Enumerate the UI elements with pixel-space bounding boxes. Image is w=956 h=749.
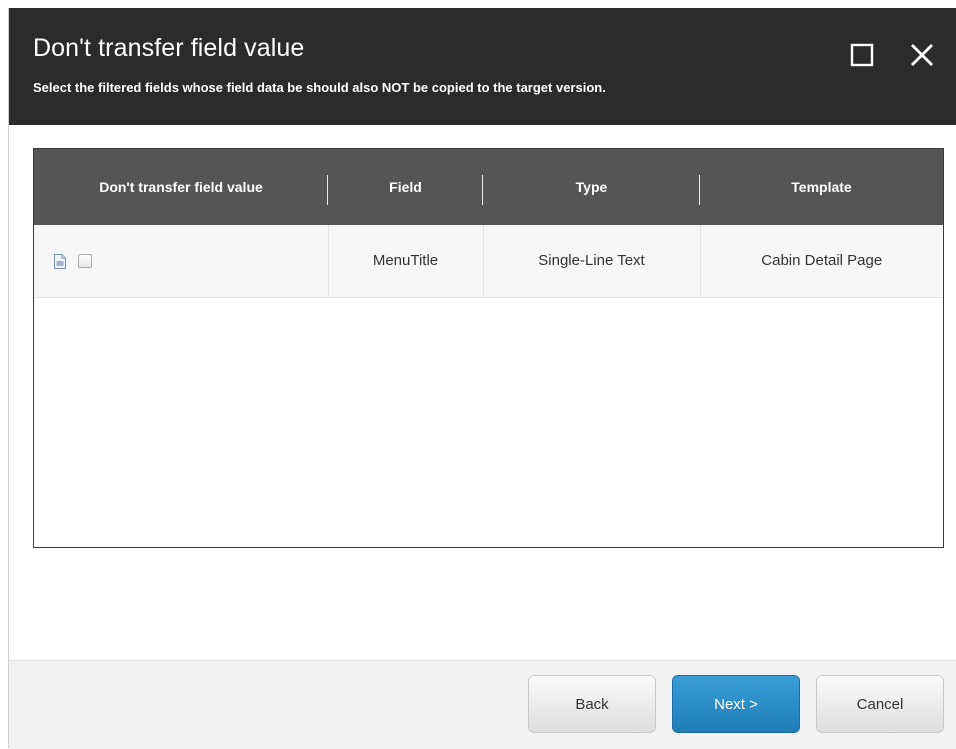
dialog-title: Don't transfer field value <box>33 34 305 62</box>
back-button[interactable]: Back <box>528 675 656 733</box>
fields-table: Don't transfer field value Field Type Te… <box>33 148 944 548</box>
dialog: Don't transfer field value Select the fi… <box>8 8 956 749</box>
dont-transfer-checkbox[interactable] <box>78 254 93 269</box>
column-header-template[interactable]: Template <box>700 149 943 225</box>
document-icon <box>54 253 66 269</box>
dialog-footer: Back Next > Cancel <box>9 660 956 749</box>
column-header-type[interactable]: Type <box>483 149 700 225</box>
next-button[interactable]: Next > <box>672 675 800 733</box>
type-cell: Single-Line Text <box>483 225 701 298</box>
dont-transfer-cell <box>34 225 329 298</box>
dialog-titlebar: Don't transfer field value Select the fi… <box>9 8 956 125</box>
column-header-field[interactable]: Field <box>328 149 483 225</box>
column-header-dont-transfer[interactable]: Don't transfer field value <box>34 149 328 225</box>
table-header-row: Don't transfer field value Field Type Te… <box>34 149 943 225</box>
template-cell: Cabin Detail Page <box>700 225 943 298</box>
field-cell: MenuTitle <box>328 225 484 298</box>
dialog-subtitle: Select the filtered fields whose field d… <box>33 80 606 95</box>
maximize-icon[interactable] <box>849 42 875 68</box>
table-row[interactable]: MenuTitle Single-Line Text Cabin Detail … <box>34 225 943 298</box>
close-icon[interactable] <box>909 42 935 68</box>
cancel-button[interactable]: Cancel <box>816 675 944 733</box>
